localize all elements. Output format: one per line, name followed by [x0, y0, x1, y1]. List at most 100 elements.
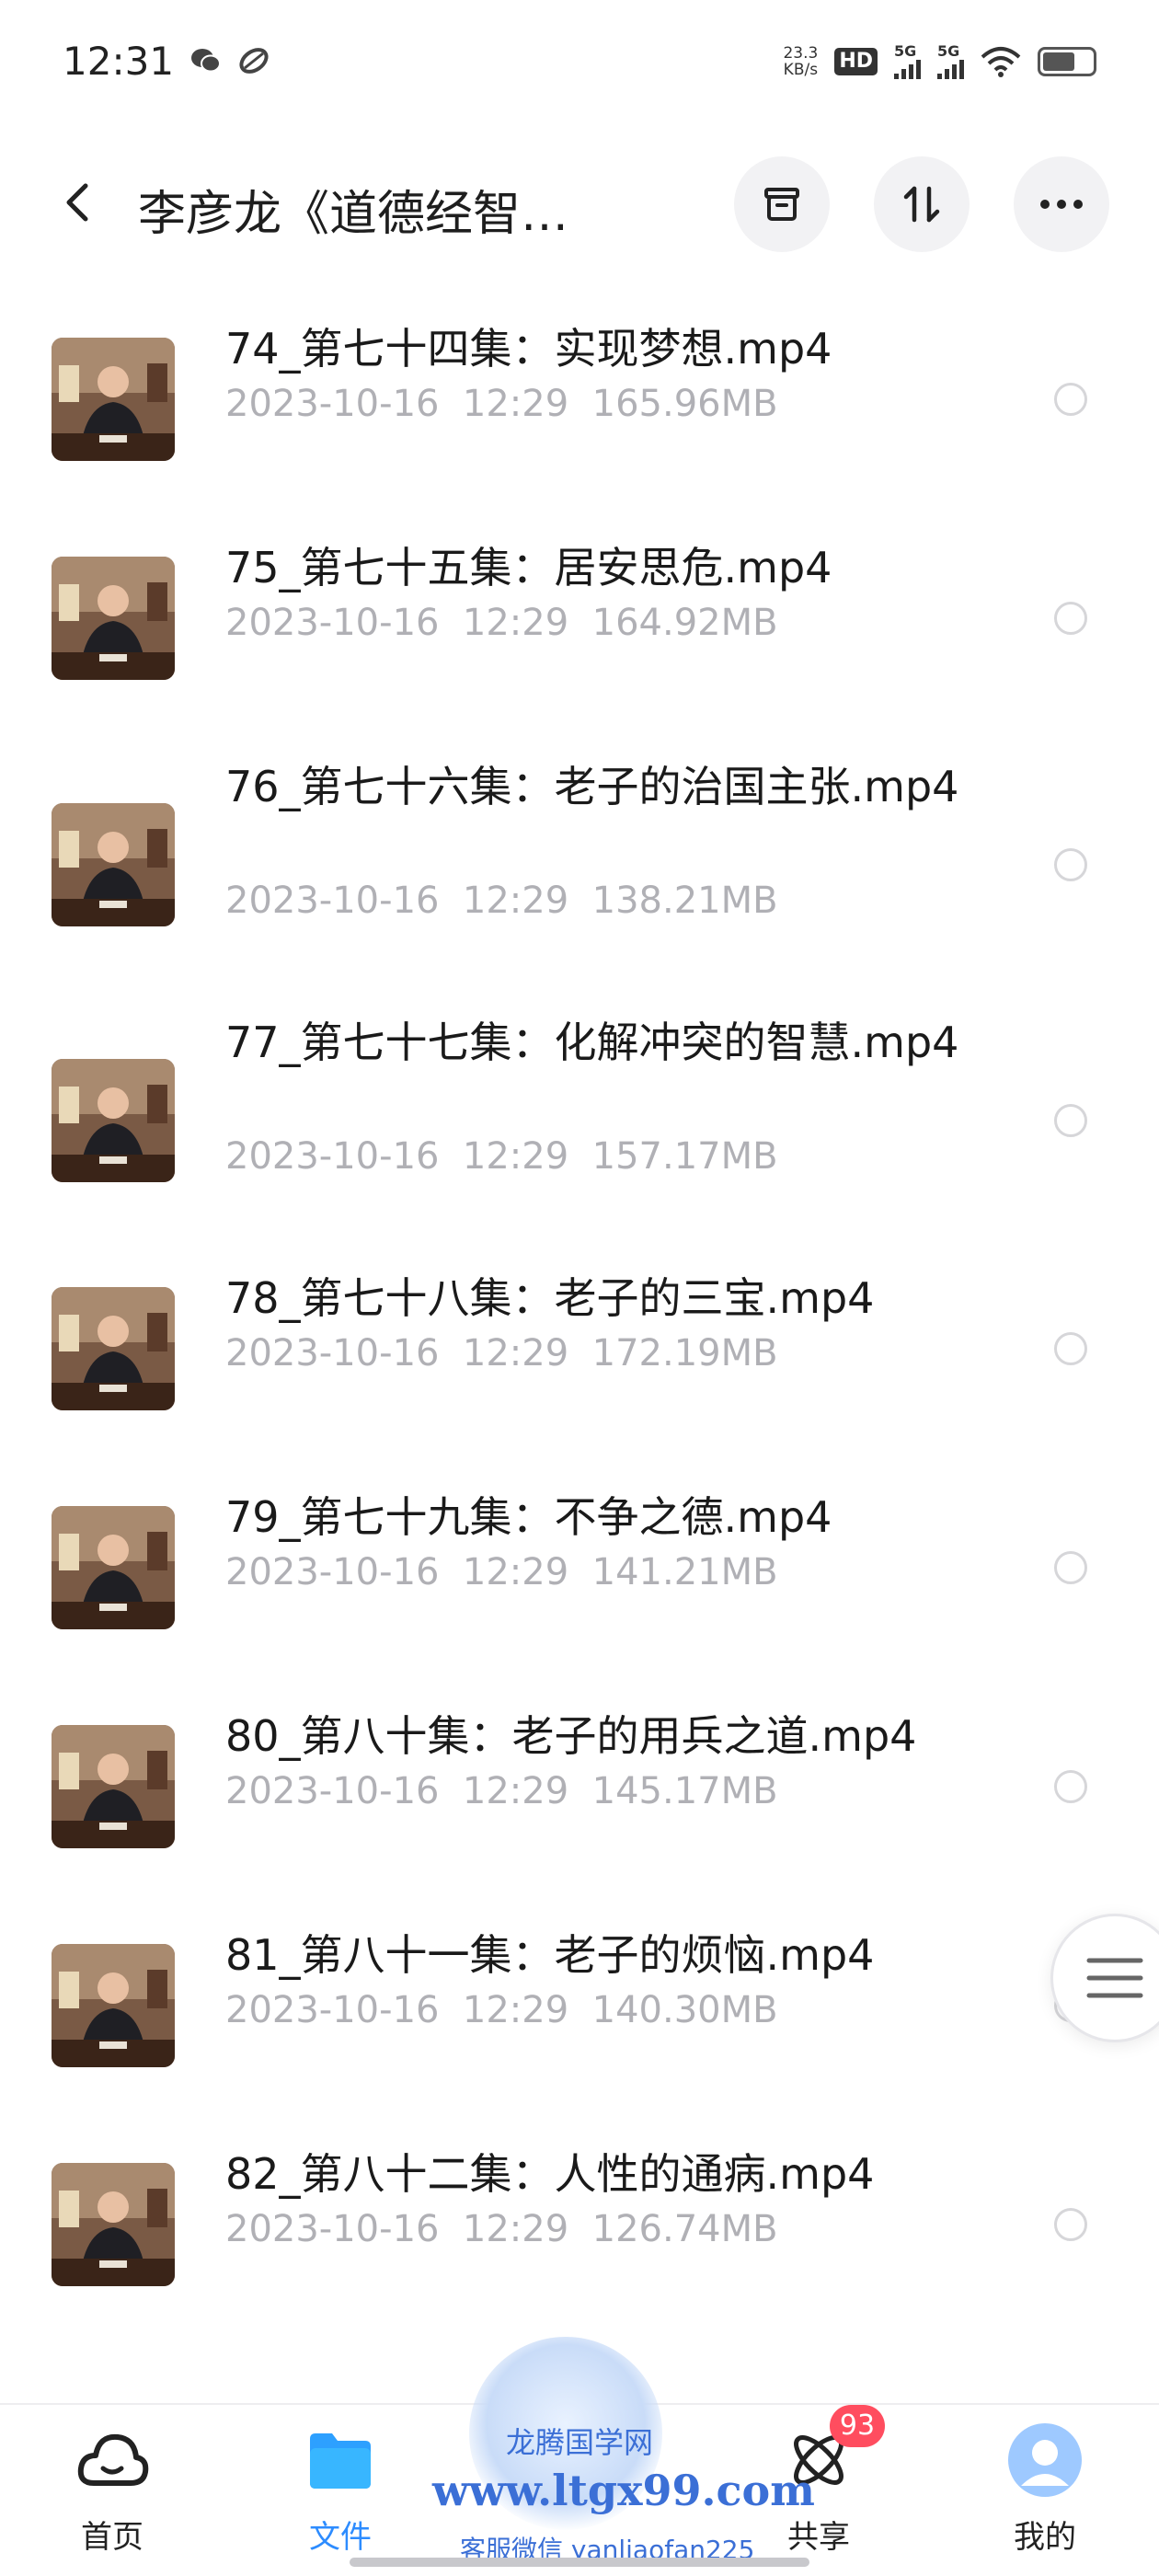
watermark: 龙腾国学网 www.ltgx99.com 客服微信 yanliaofan225 [432, 2337, 815, 2567]
file-meta: 2023-10-16 12:29 172.19MB [225, 1332, 778, 1374]
file-size: 140.30MB [591, 1989, 778, 2031]
file-time: 12:29 [462, 1551, 569, 1593]
file-meta: 2023-10-16 12:29 141.21MB [225, 1551, 778, 1593]
file-row[interactable]: 78_第七十八集：老子的三宝.mp4 2023-10-16 12:29 172.1… [0, 1244, 1159, 1428]
nav-files-label: 文件 [309, 2519, 372, 2556]
file-meta: 2023-10-16 12:29 157.17MB [225, 1135, 778, 1178]
back-button[interactable] [46, 170, 110, 235]
status-time: 12:31 [63, 39, 175, 84]
file-size: 145.17MB [591, 1770, 778, 1812]
signal-2: 5G [937, 44, 964, 79]
file-date: 2023-10-16 [225, 1332, 440, 1374]
file-time: 12:29 [462, 1770, 569, 1812]
select-radio[interactable] [1054, 1551, 1087, 1584]
file-size: 172.19MB [591, 1332, 778, 1374]
nav-me[interactable]: 我的 [962, 2423, 1128, 2561]
battery-icon [1038, 47, 1096, 76]
file-meta: 2023-10-16 12:29 145.17MB [225, 1770, 778, 1812]
avatar-icon [1008, 2423, 1082, 2497]
file-size: 165.96MB [591, 383, 778, 425]
file-row[interactable]: 79_第七十九集：不争之德.mp4 2023-10-16 12:29 141.21… [0, 1463, 1159, 1647]
file-name: 76_第七十六集：老子的治国主张.mp4 [225, 762, 959, 811]
signal-1: 5G [894, 44, 921, 79]
file-row[interactable]: 77_第七十七集：化解冲突的智慧.mp4 2023-10-16 12:29 157… [0, 988, 1159, 1227]
file-time: 12:29 [462, 383, 569, 425]
folder-icon [304, 2423, 377, 2497]
share-badge: 93 [830, 2405, 885, 2447]
nav-me-label: 我的 [1014, 2519, 1076, 2556]
file-row[interactable]: 80_第八十集：老子的用兵之道.mp4 2023-10-16 12:29 145.… [0, 1682, 1159, 1866]
file-name: 74_第七十四集：实现梦想.mp4 [225, 324, 832, 374]
page-title: 李彦龙《道德经智… [138, 187, 569, 242]
video-thumbnail [52, 1506, 175, 1629]
file-meta: 2023-10-16 12:29 164.92MB [225, 602, 778, 644]
video-thumbnail [52, 1944, 175, 2067]
file-date: 2023-10-16 [225, 1135, 440, 1178]
file-name: 78_第七十八集：老子的三宝.mp4 [225, 1273, 875, 1323]
file-name: 80_第八十集：老子的用兵之道.mp4 [225, 1711, 917, 1761]
video-thumbnail [52, 1059, 175, 1182]
cloud-home-icon [75, 2423, 149, 2497]
hd-voice-badge: HD [834, 48, 878, 75]
file-row[interactable]: 74_第七十四集：实现梦想.mp4 2023-10-16 12:29 165.96… [0, 294, 1159, 478]
more-icon [1040, 200, 1083, 209]
file-size: 157.17MB [591, 1135, 778, 1178]
select-radio[interactable] [1054, 602, 1087, 635]
select-radio[interactable] [1054, 383, 1087, 416]
file-time: 12:29 [462, 880, 569, 922]
file-date: 2023-10-16 [225, 602, 440, 644]
file-time: 12:29 [462, 1989, 569, 2031]
file-name: 81_第八十一集：老子的烦恼.mp4 [225, 1930, 875, 1980]
select-radio[interactable] [1054, 1332, 1087, 1365]
video-thumbnail [52, 1725, 175, 1848]
archive-icon [764, 188, 799, 221]
file-row[interactable]: 75_第七十五集：居安思危.mp4 2023-10-16 12:29 164.92… [0, 513, 1159, 697]
sort-button[interactable] [874, 156, 970, 252]
wifi-icon [981, 47, 1021, 77]
file-name: 79_第七十九集：不争之德.mp4 [225, 1492, 832, 1542]
header-bar: 李彦龙《道德经智… [0, 147, 1159, 258]
file-time: 12:29 [462, 1332, 569, 1374]
file-meta: 2023-10-16 12:29 126.74MB [225, 2208, 778, 2250]
file-date: 2023-10-16 [225, 383, 440, 425]
video-thumbnail [52, 338, 175, 461]
file-time: 12:29 [462, 602, 569, 644]
menu-lines-icon [1086, 1958, 1143, 1998]
file-meta: 2023-10-16 12:29 165.96MB [225, 383, 778, 425]
file-date: 2023-10-16 [225, 1989, 440, 2031]
select-radio[interactable] [1054, 848, 1087, 881]
video-thumbnail [52, 557, 175, 680]
file-time: 12:29 [462, 1135, 569, 1178]
file-name: 77_第七十七集：化解冲突的智慧.mp4 [225, 1018, 959, 1067]
video-thumbnail [52, 803, 175, 926]
archive-button[interactable] [734, 156, 830, 252]
file-row[interactable]: 81_第八十一集：老子的烦恼.mp4 2023-10-16 12:29 140.3… [0, 1901, 1159, 2085]
file-size: 164.92MB [591, 602, 778, 644]
file-meta: 2023-10-16 12:29 138.21MB [225, 880, 778, 922]
file-date: 2023-10-16 [225, 1770, 440, 1812]
file-size: 138.21MB [591, 880, 778, 922]
home-indicator [350, 2558, 809, 2567]
file-size: 141.21MB [591, 1551, 778, 1593]
select-radio[interactable] [1054, 1104, 1087, 1137]
file-row[interactable]: 76_第七十六集：老子的治国主张.mp4 2023-10-16 12:29 138… [0, 732, 1159, 972]
status-bar: 12:31 23.3 KB/s HD 5G 5G [0, 0, 1159, 124]
wechat-icon [191, 49, 221, 73]
watermark-url: www.ltgx99.com [432, 2466, 815, 2515]
file-size: 126.74MB [591, 2208, 778, 2250]
file-name: 82_第八十二集：人性的通病.mp4 [225, 2149, 875, 2199]
file-date: 2023-10-16 [225, 1551, 440, 1593]
video-thumbnail [52, 2163, 175, 2286]
more-button[interactable] [1014, 156, 1109, 252]
file-date: 2023-10-16 [225, 2208, 440, 2250]
select-radio[interactable] [1054, 1770, 1087, 1803]
nav-files[interactable]: 文件 [258, 2423, 423, 2561]
file-time: 12:29 [462, 2208, 569, 2250]
file-date: 2023-10-16 [225, 880, 440, 922]
video-thumbnail [52, 1287, 175, 1410]
net-speed: 23.3 KB/s [783, 44, 819, 79]
file-meta: 2023-10-16 12:29 140.30MB [225, 1989, 778, 2031]
file-row[interactable]: 82_第八十二集：人性的通病.mp4 2023-10-16 12:29 126.7… [0, 2120, 1159, 2304]
nav-home[interactable]: 首页 [29, 2423, 195, 2561]
select-radio[interactable] [1054, 2208, 1087, 2241]
